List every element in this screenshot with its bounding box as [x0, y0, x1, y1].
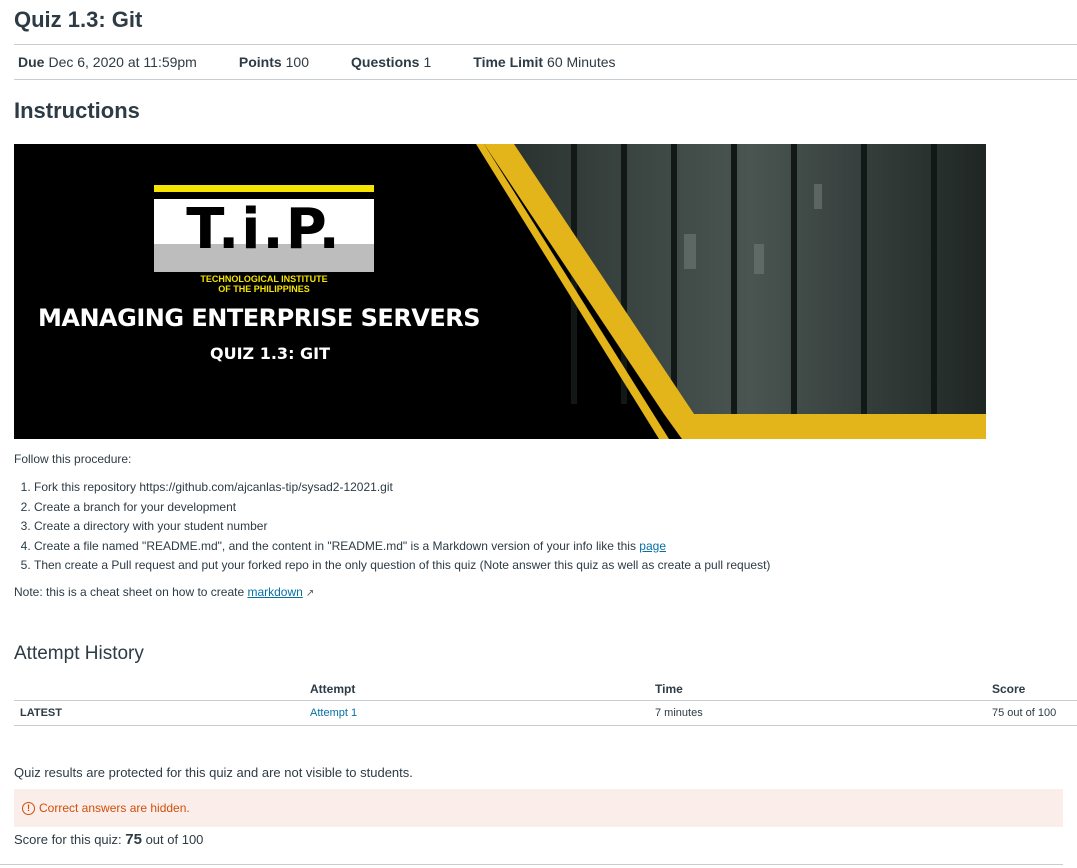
score-value: 75	[125, 831, 142, 848]
quiz-meta-bar: Due Dec 6, 2020 at 11:59pm Points 100 Ques…	[14, 44, 1077, 80]
alert-text: Correct answers are hidden.	[39, 801, 190, 815]
meta-time-limit-label: Time Limit	[473, 54, 544, 70]
step-text: Create a directory with your student num…	[34, 519, 268, 533]
procedure-intro: Follow this procedure:	[14, 452, 132, 466]
step-item: Create a directory with your student num…	[34, 517, 770, 537]
quiz-score: Score for this quiz: 75 out of 100	[14, 831, 203, 848]
attempt-history-heading: Attempt History	[14, 643, 144, 664]
info-page-link[interactable]: page	[639, 539, 666, 553]
meta-questions-value: 1	[423, 54, 432, 70]
table-header-row: Attempt Time Score	[14, 678, 1077, 701]
step-item: Then create a Pull request and put your …	[34, 556, 770, 576]
column-header-score: Score	[986, 678, 1077, 701]
meta-points: Points 100	[239, 54, 309, 70]
external-link-icon: ↗	[305, 588, 315, 599]
procedure-steps: Fork this repository https://github.com/…	[14, 478, 770, 576]
meta-due: Due Dec 6, 2020 at 11:59pm	[18, 54, 197, 70]
instructions-heading: Instructions	[14, 98, 140, 123]
banner-logo-sub1: TECHNOLOGICAL INSTITUTE	[200, 274, 328, 284]
step-text: Then create a Pull request and put your …	[34, 558, 771, 572]
banner-logo-sub2: OF THE PHILIPPINES	[218, 284, 310, 294]
meta-time-limit: Time Limit 60 Minutes	[473, 54, 615, 70]
note-text: Note: this is a cheat sheet on how to cr…	[14, 585, 248, 599]
meta-questions-label: Questions	[351, 54, 420, 70]
score-prefix: Score for this quiz:	[14, 832, 126, 847]
attempt-score: 75 out of 100	[986, 700, 1077, 726]
score-suffix: out of 100	[141, 832, 204, 847]
bottom-divider	[0, 864, 1063, 865]
answers-hidden-alert: ! Correct answers are hidden.	[14, 789, 1063, 827]
column-header-label	[14, 678, 304, 701]
cheat-sheet-note: Note: this is a cheat sheet on how to cr…	[14, 585, 314, 599]
meta-points-label: Points	[238, 54, 282, 70]
alert-circle-icon: !	[22, 801, 35, 815]
step-item: Create a branch for your development	[34, 498, 770, 518]
step-item: Fork this repository https://github.com/…	[34, 478, 770, 498]
banner-text-overlay: T.i.P. TECHNOLOGICAL INSTITUTE OF THE PH…	[14, 144, 514, 439]
attempt-time: 7 minutes	[649, 700, 986, 726]
table-row: LATEST Attempt 1 7 minutes 75 out of 100	[14, 700, 1077, 726]
attempt-history-table: Attempt Time Score LATEST Attempt 1 7 mi…	[14, 678, 1077, 726]
step-text: Create a file named "README.md", and the…	[34, 538, 640, 553]
banner-logo-text: T.i.P.	[186, 197, 342, 262]
step-text: Fork this repository https://github.com/…	[34, 480, 393, 494]
results-protected-text: Quiz results are protected for this quiz…	[14, 765, 413, 780]
step-text: Create a branch for your development	[34, 499, 237, 514]
page-title: Quiz 1.3: Git	[14, 7, 143, 32]
meta-due-value: Dec 6, 2020 at 11:59pm	[48, 54, 197, 70]
meta-due-label: Due	[18, 54, 45, 70]
step-item: Create a file named "README.md", and the…	[34, 537, 770, 557]
latest-label: LATEST	[14, 700, 304, 726]
column-header-time: Time	[649, 678, 986, 701]
column-header-attempt: Attempt	[304, 678, 649, 701]
banner-course-title: MANAGING ENTERPRISE SERVERS	[38, 304, 481, 332]
attempt-1-link[interactable]: Attempt 1	[310, 707, 357, 719]
meta-questions: Questions 1	[351, 54, 431, 70]
meta-points-value: 100	[285, 54, 309, 70]
meta-time-limit-value: 60 Minutes	[547, 54, 616, 70]
markdown-link[interactable]: markdown	[247, 585, 302, 599]
banner-quiz-label: QUIZ 1.3: GIT	[210, 344, 331, 363]
